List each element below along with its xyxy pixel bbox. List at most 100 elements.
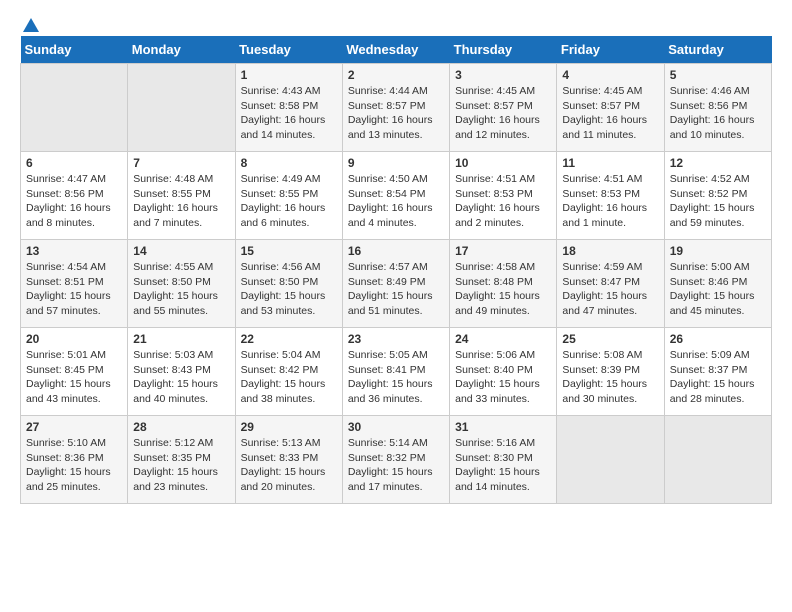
- day-number: 21: [133, 332, 229, 346]
- day-info: Sunrise: 5:03 AM Sunset: 8:43 PM Dayligh…: [133, 348, 229, 407]
- calendar-cell: 11 Sunrise: 4:51 AM Sunset: 8:53 PM Dayli…: [557, 152, 664, 240]
- weekday-header-sunday: Sunday: [21, 36, 128, 64]
- calendar-cell: [21, 64, 128, 152]
- day-info: Sunrise: 5:08 AM Sunset: 8:39 PM Dayligh…: [562, 348, 658, 407]
- logo-icon: [21, 14, 41, 34]
- calendar-cell: 16 Sunrise: 4:57 AM Sunset: 8:49 PM Dayli…: [342, 240, 449, 328]
- day-number: 9: [348, 156, 444, 170]
- calendar-cell: 27 Sunrise: 5:10 AM Sunset: 8:36 PM Dayli…: [21, 416, 128, 504]
- day-number: 20: [26, 332, 122, 346]
- day-number: 5: [670, 68, 766, 82]
- day-info: Sunrise: 4:43 AM Sunset: 8:58 PM Dayligh…: [241, 84, 337, 143]
- day-number: 15: [241, 244, 337, 258]
- day-number: 24: [455, 332, 551, 346]
- calendar-cell: 10 Sunrise: 4:51 AM Sunset: 8:53 PM Dayli…: [450, 152, 557, 240]
- day-number: 17: [455, 244, 551, 258]
- day-number: 8: [241, 156, 337, 170]
- calendar-cell: [557, 416, 664, 504]
- day-info: Sunrise: 5:13 AM Sunset: 8:33 PM Dayligh…: [241, 436, 337, 495]
- day-info: Sunrise: 4:44 AM Sunset: 8:57 PM Dayligh…: [348, 84, 444, 143]
- week-row-2: 6 Sunrise: 4:47 AM Sunset: 8:56 PM Daylig…: [21, 152, 772, 240]
- day-info: Sunrise: 4:58 AM Sunset: 8:48 PM Dayligh…: [455, 260, 551, 319]
- calendar-cell: 15 Sunrise: 4:56 AM Sunset: 8:50 PM Dayli…: [235, 240, 342, 328]
- calendar-cell: 12 Sunrise: 4:52 AM Sunset: 8:52 PM Dayli…: [664, 152, 771, 240]
- weekday-header-saturday: Saturday: [664, 36, 771, 64]
- calendar-cell: 20Sunrise: 5:01 AM Sunset: 8:45 PM Dayli…: [21, 328, 128, 416]
- day-info: Sunrise: 4:56 AM Sunset: 8:50 PM Dayligh…: [241, 260, 337, 319]
- day-info: Sunrise: 4:45 AM Sunset: 8:57 PM Dayligh…: [562, 84, 658, 143]
- day-info: Sunrise: 4:47 AM Sunset: 8:56 PM Dayligh…: [26, 172, 122, 231]
- day-info: Sunrise: 5:16 AM Sunset: 8:30 PM Dayligh…: [455, 436, 551, 495]
- weekday-header-wednesday: Wednesday: [342, 36, 449, 64]
- day-info: Sunrise: 4:57 AM Sunset: 8:49 PM Dayligh…: [348, 260, 444, 319]
- day-info: Sunrise: 5:00 AM Sunset: 8:46 PM Dayligh…: [670, 260, 766, 319]
- day-number: 28: [133, 420, 229, 434]
- weekday-header-friday: Friday: [557, 36, 664, 64]
- weekday-header-monday: Monday: [128, 36, 235, 64]
- day-info: Sunrise: 4:46 AM Sunset: 8:56 PM Dayligh…: [670, 84, 766, 143]
- day-number: 3: [455, 68, 551, 82]
- day-number: 14: [133, 244, 229, 258]
- day-number: 25: [562, 332, 658, 346]
- calendar-cell: 13 Sunrise: 4:54 AM Sunset: 8:51 PM Dayli…: [21, 240, 128, 328]
- calendar-cell: 6 Sunrise: 4:47 AM Sunset: 8:56 PM Daylig…: [21, 152, 128, 240]
- day-number: 2: [348, 68, 444, 82]
- calendar-cell: 26Sunrise: 5:09 AM Sunset: 8:37 PM Dayli…: [664, 328, 771, 416]
- calendar-table: SundayMondayTuesdayWednesdayThursdayFrid…: [20, 36, 772, 504]
- day-info: Sunrise: 4:59 AM Sunset: 8:47 PM Dayligh…: [562, 260, 658, 319]
- day-number: 11: [562, 156, 658, 170]
- day-number: 29: [241, 420, 337, 434]
- week-row-3: 13 Sunrise: 4:54 AM Sunset: 8:51 PM Dayli…: [21, 240, 772, 328]
- day-info: Sunrise: 4:54 AM Sunset: 8:51 PM Dayligh…: [26, 260, 122, 319]
- day-number: 6: [26, 156, 122, 170]
- day-info: Sunrise: 4:51 AM Sunset: 8:53 PM Dayligh…: [562, 172, 658, 231]
- day-info: Sunrise: 5:09 AM Sunset: 8:37 PM Dayligh…: [670, 348, 766, 407]
- calendar-cell: 31 Sunrise: 5:16 AM Sunset: 8:30 PM Dayli…: [450, 416, 557, 504]
- week-row-1: 1Sunrise: 4:43 AM Sunset: 8:58 PM Daylig…: [21, 64, 772, 152]
- page-header: [20, 16, 772, 28]
- calendar-cell: 3Sunrise: 4:45 AM Sunset: 8:57 PM Daylig…: [450, 64, 557, 152]
- calendar-cell: 25 Sunrise: 5:08 AM Sunset: 8:39 PM Dayli…: [557, 328, 664, 416]
- calendar-cell: 14 Sunrise: 4:55 AM Sunset: 8:50 PM Dayli…: [128, 240, 235, 328]
- calendar-cell: 18 Sunrise: 4:59 AM Sunset: 8:47 PM Dayli…: [557, 240, 664, 328]
- weekday-header-tuesday: Tuesday: [235, 36, 342, 64]
- day-number: 4: [562, 68, 658, 82]
- day-number: 12: [670, 156, 766, 170]
- day-info: Sunrise: 5:04 AM Sunset: 8:42 PM Dayligh…: [241, 348, 337, 407]
- calendar-cell: 5 Sunrise: 4:46 AM Sunset: 8:56 PM Daylig…: [664, 64, 771, 152]
- calendar-cell: [128, 64, 235, 152]
- calendar-cell: 4 Sunrise: 4:45 AM Sunset: 8:57 PM Daylig…: [557, 64, 664, 152]
- calendar-cell: 7 Sunrise: 4:48 AM Sunset: 8:55 PM Daylig…: [128, 152, 235, 240]
- calendar-cell: [664, 416, 771, 504]
- day-number: 7: [133, 156, 229, 170]
- calendar-cell: 23Sunrise: 5:05 AM Sunset: 8:41 PM Dayli…: [342, 328, 449, 416]
- calendar-cell: 24Sunrise: 5:06 AM Sunset: 8:40 PM Dayli…: [450, 328, 557, 416]
- day-info: Sunrise: 5:12 AM Sunset: 8:35 PM Dayligh…: [133, 436, 229, 495]
- calendar-cell: 9 Sunrise: 4:50 AM Sunset: 8:54 PM Daylig…: [342, 152, 449, 240]
- day-number: 30: [348, 420, 444, 434]
- day-info: Sunrise: 4:51 AM Sunset: 8:53 PM Dayligh…: [455, 172, 551, 231]
- calendar-cell: 8 Sunrise: 4:49 AM Sunset: 8:55 PM Daylig…: [235, 152, 342, 240]
- weekday-header-row: SundayMondayTuesdayWednesdayThursdayFrid…: [21, 36, 772, 64]
- day-number: 10: [455, 156, 551, 170]
- week-row-5: 27 Sunrise: 5:10 AM Sunset: 8:36 PM Dayli…: [21, 416, 772, 504]
- day-info: Sunrise: 4:50 AM Sunset: 8:54 PM Dayligh…: [348, 172, 444, 231]
- logo: [20, 16, 41, 28]
- calendar-cell: 2 Sunrise: 4:44 AM Sunset: 8:57 PM Daylig…: [342, 64, 449, 152]
- day-number: 23: [348, 332, 444, 346]
- day-info: Sunrise: 4:49 AM Sunset: 8:55 PM Dayligh…: [241, 172, 337, 231]
- day-number: 31: [455, 420, 551, 434]
- calendar-cell: 21 Sunrise: 5:03 AM Sunset: 8:43 PM Dayli…: [128, 328, 235, 416]
- day-number: 27: [26, 420, 122, 434]
- day-info: Sunrise: 5:10 AM Sunset: 8:36 PM Dayligh…: [26, 436, 122, 495]
- day-number: 13: [26, 244, 122, 258]
- calendar-cell: 22Sunrise: 5:04 AM Sunset: 8:42 PM Dayli…: [235, 328, 342, 416]
- day-info: Sunrise: 4:52 AM Sunset: 8:52 PM Dayligh…: [670, 172, 766, 231]
- weekday-header-thursday: Thursday: [450, 36, 557, 64]
- week-row-4: 20Sunrise: 5:01 AM Sunset: 8:45 PM Dayli…: [21, 328, 772, 416]
- day-number: 16: [348, 244, 444, 258]
- calendar-cell: 29 Sunrise: 5:13 AM Sunset: 8:33 PM Dayli…: [235, 416, 342, 504]
- day-info: Sunrise: 4:48 AM Sunset: 8:55 PM Dayligh…: [133, 172, 229, 231]
- day-number: 18: [562, 244, 658, 258]
- day-info: Sunrise: 4:55 AM Sunset: 8:50 PM Dayligh…: [133, 260, 229, 319]
